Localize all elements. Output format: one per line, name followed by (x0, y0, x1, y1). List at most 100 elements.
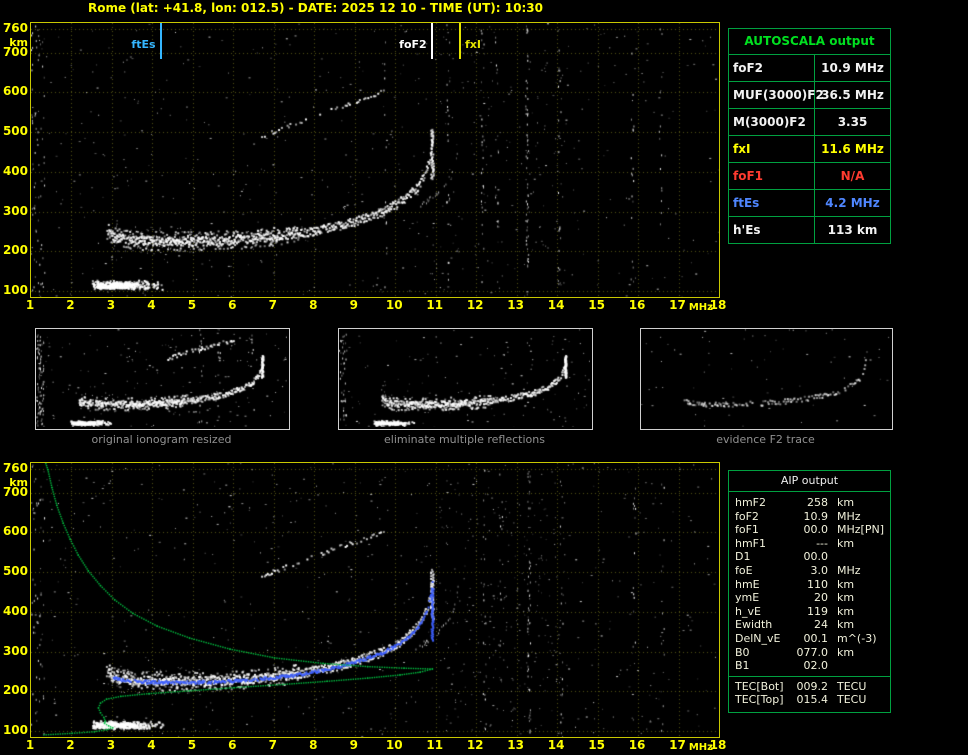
x-axis-tick: 13 (507, 298, 524, 312)
row-value: 258 (792, 496, 828, 510)
marker-label-ftes: ftEs (131, 38, 155, 51)
autoscala-panel-title: AUTOSCALA output (729, 29, 890, 55)
ionogram-canvas (31, 23, 719, 297)
x-axis-tick: 9 (350, 298, 358, 312)
aip-row: Ewidth24km (735, 618, 885, 632)
x-axis-tick: 17 (669, 738, 686, 752)
row-label: B1 (735, 659, 792, 673)
row-value: 3.35 (815, 109, 890, 135)
row-value: 3.0 (792, 564, 828, 578)
y-axis-tick: 300 (1, 644, 28, 658)
profile-ionogram-canvas (31, 463, 719, 737)
row-label: foE (735, 564, 792, 578)
y-axis-tick: 500 (1, 564, 28, 578)
y-axis-tick: 200 (1, 683, 28, 697)
aip-row: TEC[Top]015.4TECU (735, 693, 885, 707)
autoscala-output-panel: AUTOSCALA output foF210.9 MHzMUF(3000)F2… (728, 28, 891, 244)
x-axis-tick: 2 (66, 298, 74, 312)
row-label: TEC[Top] (735, 693, 792, 707)
y-axis-tick: 300 (1, 204, 28, 218)
table-row: fxI11.6 MHz (729, 136, 890, 163)
aip-panel-title: AIP output (729, 471, 890, 492)
row-unit: km (828, 496, 854, 510)
row-label: fxI (729, 136, 815, 162)
x-axis-tick: 13 (507, 738, 524, 752)
x-axis-tick: 3 (107, 298, 115, 312)
marker-label-fxi: fxI (465, 38, 481, 51)
aip-row: hmF1---km (735, 537, 885, 551)
thumbnail-original-canvas (36, 329, 287, 427)
row-unit (828, 659, 837, 673)
row-label: hmF2 (735, 496, 792, 510)
x-axis-tick: 7 (269, 298, 277, 312)
y-axis-tick: 500 (1, 124, 28, 138)
aip-row: B102.0 (735, 659, 885, 673)
thumbnail-original-ionogram (35, 328, 290, 430)
y-axis-tick: 760 (1, 21, 28, 35)
row-value: 077.0 (792, 646, 828, 660)
x-axis-tick: 6 (228, 738, 236, 752)
row-value: 10.9 MHz (815, 55, 890, 81)
x-axis-tick: 2 (66, 738, 74, 752)
x-axis-tick: 12 (467, 298, 484, 312)
y-axis-tick: 600 (1, 524, 28, 538)
aip-row: D100.0 (735, 550, 885, 564)
row-unit (828, 550, 837, 564)
aip-row: DelN_vE00.1m^(-3) (735, 632, 885, 646)
row-unit: km (828, 578, 854, 592)
marker-line-fof2 (431, 23, 433, 59)
x-axis-tick: 8 (309, 738, 317, 752)
aip-row: hmF2258km (735, 496, 885, 510)
row-value: 119 (792, 605, 828, 619)
aip-divider (729, 676, 890, 677)
row-label: DelN_vE (735, 632, 792, 646)
autoscala-screen: Rome (lat: +41.8, lon: 012.5) - DATE: 20… (0, 0, 968, 755)
x-axis-tick: 14 (548, 298, 565, 312)
row-unit: TECU (828, 680, 866, 694)
aip-row: B0077.0km (735, 646, 885, 660)
x-axis-unit: MHz (689, 302, 713, 313)
row-value: 20 (792, 591, 828, 605)
aip-output-panel: AIP output hmF2258kmfoF210.9MHzfoF100.0M… (728, 470, 891, 713)
thumbnail-cleaned-canvas (339, 329, 590, 427)
row-value: 24 (792, 618, 828, 632)
row-value: 36.5 MHz (815, 82, 890, 108)
row-label: M(3000)F2 (729, 109, 815, 135)
row-value: 110 (792, 578, 828, 592)
aip-row: foF100.0MHz[PN] (735, 523, 885, 537)
marker-line-fxi (459, 23, 461, 59)
row-value: 00.1 (792, 632, 828, 646)
x-axis-tick: 14 (548, 738, 565, 752)
row-unit: km (828, 537, 854, 551)
row-label: h_vE (735, 605, 792, 619)
table-row: foF1N/A (729, 163, 890, 190)
row-label: foF2 (735, 510, 792, 524)
x-axis-tick: 15 (588, 298, 605, 312)
page-title: Rome (lat: +41.8, lon: 012.5) - DATE: 20… (88, 1, 543, 15)
row-label: ymE (735, 591, 792, 605)
thumbnail-caption: evidence F2 trace (640, 433, 891, 446)
thumbnail-f2-canvas (641, 329, 890, 427)
x-axis-tick: 16 (629, 298, 646, 312)
aip-row: foE3.0MHz (735, 564, 885, 578)
row-label: ftEs (729, 190, 815, 216)
x-axis-tick: 10 (386, 738, 403, 752)
x-axis-tick: 4 (147, 298, 155, 312)
row-value: 10.9 (792, 510, 828, 524)
row-unit: km (828, 646, 854, 660)
y-axis-tick: 200 (1, 243, 28, 257)
x-axis-tick: 4 (147, 738, 155, 752)
marker-label-fof2: foF2 (399, 38, 427, 51)
row-value: N/A (815, 163, 890, 189)
row-unit: km (828, 591, 854, 605)
x-axis-tick: 1 (26, 298, 34, 312)
y-axis-tick: 400 (1, 604, 28, 618)
x-axis-tick: 11 (426, 738, 443, 752)
row-unit: MHz (828, 523, 861, 537)
x-axis-tick: 8 (309, 298, 317, 312)
x-axis-tick: 12 (467, 738, 484, 752)
aip-row: ymE20km (735, 591, 885, 605)
x-axis-tick: 9 (350, 738, 358, 752)
row-label: Ewidth (735, 618, 792, 632)
x-axis-tick: 5 (188, 738, 196, 752)
